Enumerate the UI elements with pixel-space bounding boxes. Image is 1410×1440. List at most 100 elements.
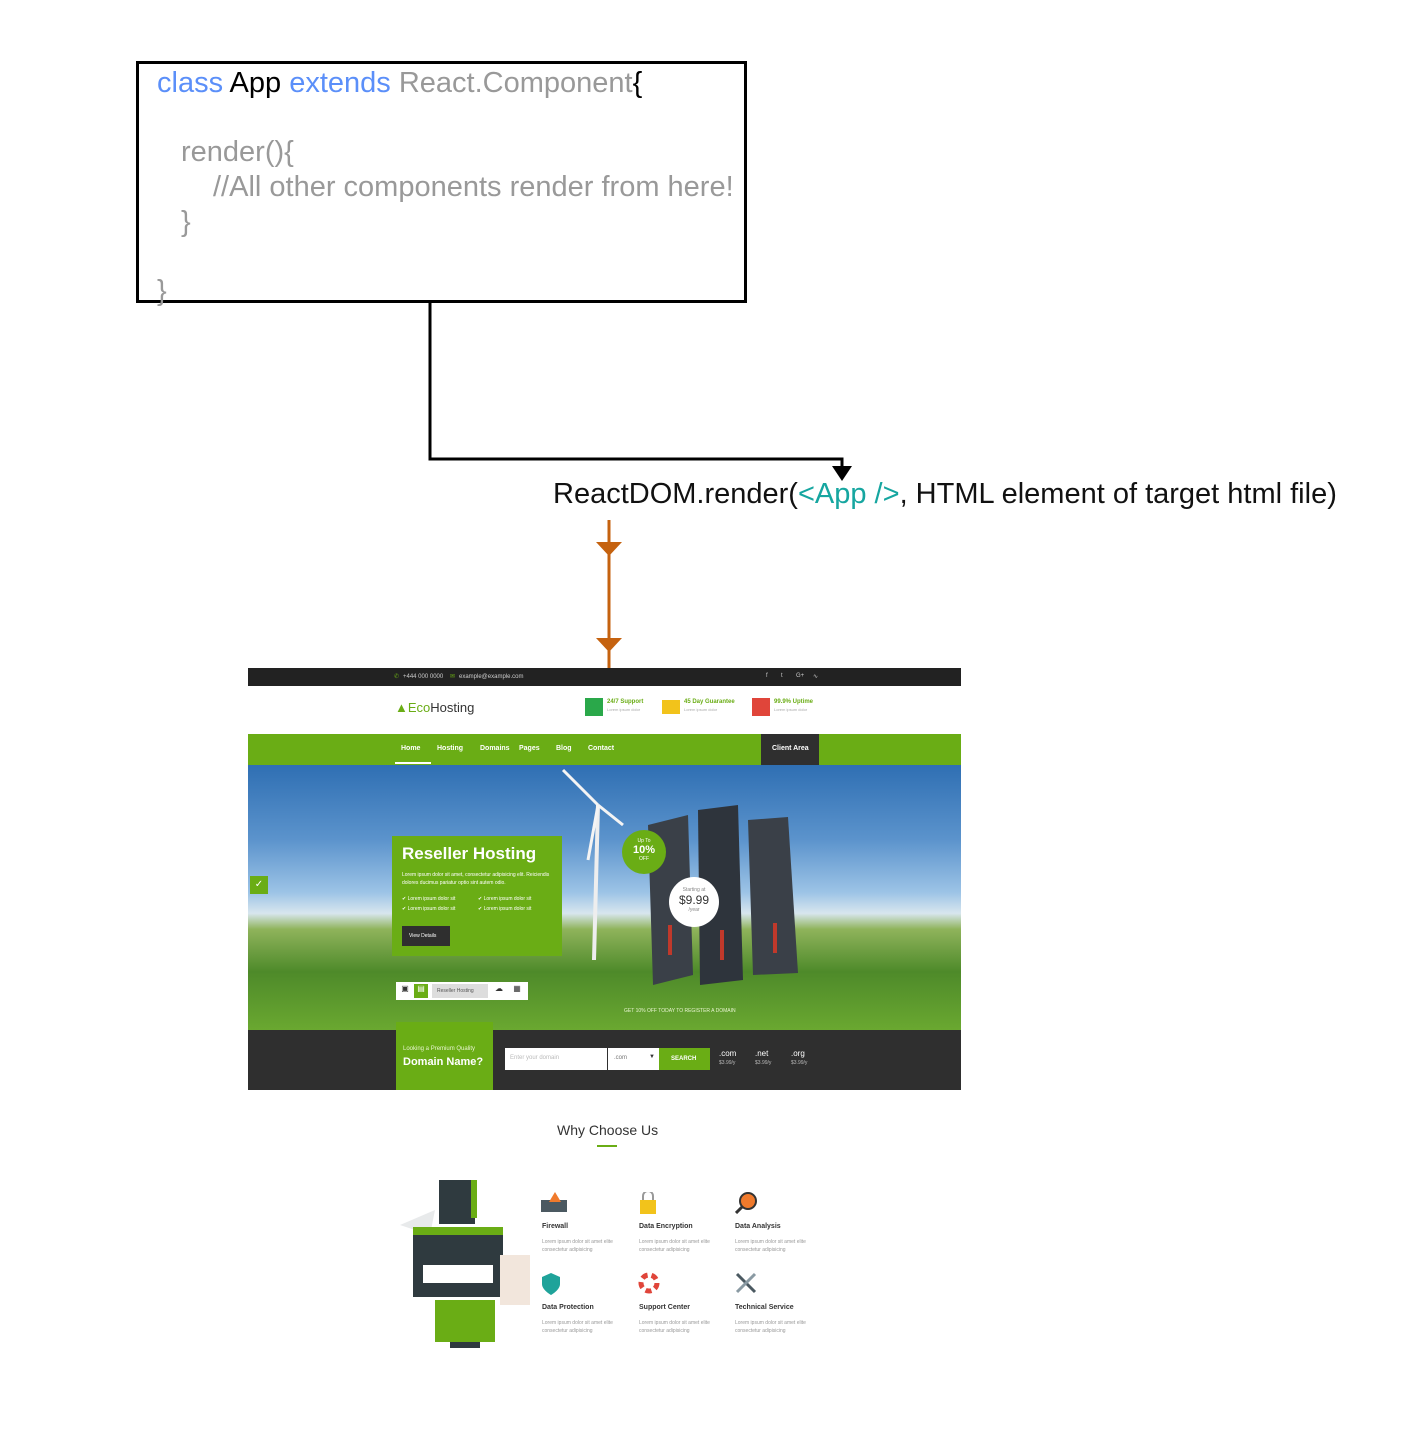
servers-image	[648, 805, 798, 985]
hero-bullet-3-text: Lorem ipsum dolor sit	[407, 906, 456, 912]
tld-select[interactable]: .com ▼	[608, 1048, 659, 1070]
website-preview: ✆ +444 000 0000 ✉ example@example.com f …	[248, 668, 961, 1090]
price-per: /year	[688, 907, 700, 913]
feature-guarantee-desc: Lorem ipsum dolor	[684, 707, 718, 712]
orange-arrowhead-1	[596, 542, 622, 556]
feature-uptime-desc: Lorem ipsum dolor	[774, 707, 808, 712]
lock-icon	[639, 1190, 657, 1214]
feature-protection-desc: Lorem ipsum dolor sit amet elite consect…	[542, 1320, 613, 1334]
feature-analysis-title: Data Analysis	[735, 1223, 781, 1230]
nav-hosting[interactable]: Hosting	[437, 745, 463, 752]
feature-firewall-title: Firewall	[542, 1223, 569, 1230]
feature-support-center-desc: Lorem ipsum dolor sit amet elite consect…	[639, 1320, 710, 1334]
phone-icon: ✆	[394, 674, 400, 680]
feature-support-desc: Lorem ipsum dolor	[607, 707, 641, 712]
feature-technical-desc: Lorem ipsum dolor sit amet elite consect…	[735, 1320, 806, 1334]
domain-placeholder: Enter your domain	[510, 1055, 560, 1061]
tld-net-price: $3.99/y	[755, 1060, 772, 1066]
domain-looking: Looking a Premium Quality	[403, 1046, 476, 1052]
feature-support-title: 24/7 Support	[607, 699, 644, 705]
nav-contact[interactable]: Contact	[588, 745, 614, 752]
reactdom-render-call: ReactDOM.render(<App />, HTML element of…	[553, 478, 1337, 511]
shield-icon	[542, 1273, 560, 1295]
render-prefix: ReactDOM.render(	[553, 478, 798, 510]
view-details-button[interactable]: View Details	[402, 926, 450, 946]
tools-icon	[735, 1272, 757, 1294]
hero-bullet-3: ✔ Lorem ipsum dolor sit	[402, 906, 456, 912]
feature-support-center-title: Support Center	[639, 1304, 690, 1311]
logo-eco: Eco	[407, 700, 431, 715]
twitter-icon[interactable]: t	[781, 673, 783, 679]
hero-text: Lorem ipsum dolor sit amet, consectetur …	[402, 872, 550, 886]
hero-bullet-2: ✔ Lorem ipsum dolor sit	[478, 896, 532, 902]
tree-icon: ▲	[395, 700, 408, 715]
site-topbar: ✆ +444 000 0000 ✉ example@example.com f …	[248, 668, 961, 686]
hero-bullet-1: ✔ Lorem ipsum dolor sit	[402, 896, 456, 902]
hero-banner: Reseller Hosting Lorem ipsum dolor sit a…	[248, 765, 961, 1030]
guarantee-icon	[662, 700, 680, 714]
domain-title: Domain Name?	[403, 1056, 484, 1068]
app-element: <App />	[797, 478, 900, 510]
promo-text[interactable]: GET 10% OFF TODAY TO REGISTER A DOMAIN	[624, 1008, 736, 1014]
server-icon[interactable]: ▤	[414, 984, 428, 998]
hero-bullet-1-text: Lorem ipsum dolor sit	[407, 896, 456, 902]
hero-bullet-4-text: Lorem ipsum dolor sit	[483, 906, 532, 912]
laptop-icon[interactable]: ▣	[398, 984, 412, 998]
analysis-icon	[734, 1192, 757, 1215]
googleplus-icon[interactable]: G+	[796, 673, 804, 679]
check-icon[interactable]: ✓	[250, 876, 268, 894]
tld-com-price: $3.99/y	[719, 1060, 736, 1066]
nav-pages[interactable]: Pages	[519, 745, 540, 752]
tld-net: .net	[755, 1049, 769, 1058]
tld-selected: .com	[614, 1055, 628, 1061]
feature-encryption-title: Data Encryption	[639, 1223, 693, 1230]
domain-search-bar: Looking a Premium Quality Domain Name? E…	[248, 1022, 961, 1090]
why-underline	[597, 1145, 617, 1147]
site-header: ▲EcoHosting 24/7 Support Lorem ipsum dol…	[248, 686, 961, 734]
domain-title-block: Looking a Premium Quality Domain Name?	[396, 1022, 493, 1090]
nav-active-indicator	[395, 762, 431, 764]
rss-icon[interactable]: ∿	[813, 673, 818, 680]
cloud-icon[interactable]: ☁	[492, 984, 506, 998]
nav-blog[interactable]: Blog	[556, 745, 572, 752]
domain-search-input[interactable]: Enter your domain	[505, 1048, 607, 1070]
mail-icon: ✉	[450, 674, 456, 680]
hero-card: Reseller Hosting Lorem ipsum dolor sit a…	[392, 836, 562, 956]
hero-bullet-2-text: Lorem ipsum dolor sit	[483, 896, 532, 902]
client-area-button[interactable]: Client Area	[761, 734, 819, 765]
nav-home[interactable]: Home	[401, 745, 420, 752]
lifebuoy-icon	[638, 1272, 660, 1294]
feature-uptime-title: 99.9% Uptime	[774, 699, 814, 705]
hero-tab-strip: ▣ ▤ Reseller Hosting ☁ ▦	[396, 982, 528, 1000]
price-badge: Starting at $9.99 /year	[669, 877, 719, 927]
feature-guarantee-title: 45 Day Guarantee	[684, 699, 735, 705]
firewall-icon	[541, 1192, 567, 1212]
facebook-icon[interactable]: f	[766, 673, 768, 679]
site-logo[interactable]: ▲EcoHosting	[395, 700, 474, 715]
render-suffix: , HTML element of target html file)	[899, 478, 1337, 510]
client-area-label: Client Area	[772, 745, 809, 752]
tld-com: .com	[719, 1049, 737, 1058]
discount-off: OFF	[639, 856, 649, 862]
tld-org-price: $3.99/y	[791, 1060, 808, 1066]
database-icon[interactable]: ▦	[510, 984, 524, 998]
topbar-email: example@example.com	[459, 674, 524, 680]
black-connector-line	[428, 303, 844, 470]
feature-analysis-desc: Lorem ipsum dolor sit amet elite consect…	[735, 1239, 806, 1253]
feature-technical-title: Technical Service	[735, 1304, 794, 1311]
search-button[interactable]: SEARCH	[659, 1048, 710, 1070]
site-nav: Home Hosting Domains Pages Blog Contact …	[248, 734, 961, 765]
price-value: $9.99	[678, 893, 710, 907]
hero-tab-label: Reseller Hosting	[437, 988, 474, 994]
nav-domains[interactable]: Domains	[480, 745, 510, 752]
uptime-icon	[752, 698, 770, 716]
logo-hosting: Hosting	[430, 700, 475, 715]
tld-org: .org	[791, 1049, 805, 1058]
feature-firewall-desc: Lorem ipsum dolor sit amet elite consect…	[542, 1239, 613, 1253]
hero-tab-reseller[interactable]: Reseller Hosting	[432, 984, 488, 998]
hero-title: Reseller Hosting	[402, 844, 537, 863]
why-title: Why Choose Us	[557, 1122, 659, 1138]
support-icon	[585, 698, 603, 716]
search-label: SEARCH	[671, 1056, 697, 1062]
discount-value: 10%	[632, 844, 656, 856]
